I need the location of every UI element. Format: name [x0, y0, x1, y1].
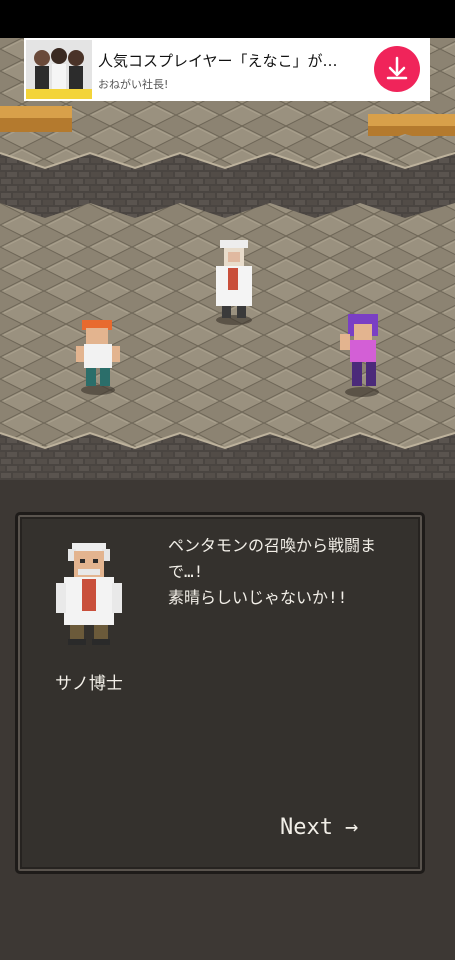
arrow-right-icon: →: [344, 815, 359, 840]
dialog-box[interactable]: サノ博士 ペンタモンの召喚から戦闘まで…! 素晴らしいじゃないか!! Next →: [15, 512, 425, 874]
ad-title[interactable]: 人気コスプレイヤー「えなこ」が…: [98, 50, 368, 71]
next-label: Next: [280, 815, 333, 840]
game-scene[interactable]: [0, 38, 455, 480]
dialog-text: ペンタモンの召喚から戦闘まで…! 素晴らしいじゃないか!!: [168, 536, 377, 607]
ad-download-button[interactable]: [374, 46, 420, 92]
dialog-area: サノ博士 ペンタモンの召喚から戦闘まで…! 素晴らしいじゃないか!! Next →: [0, 480, 455, 960]
next-button[interactable]: Next →: [280, 815, 400, 845]
game-field: [0, 38, 455, 480]
ad-banner[interactable]: 人気コスプレイヤー「えなこ」が… おねがい社長!: [24, 38, 430, 101]
download-icon: [386, 56, 408, 80]
status-bar: [0, 0, 455, 38]
ad-thumbnail-image[interactable]: [26, 40, 92, 99]
ad-subtitle: おねがい社長!: [98, 78, 169, 91]
speaker-name: サノ博士: [55, 674, 123, 694]
speaker-portrait: [54, 539, 124, 649]
